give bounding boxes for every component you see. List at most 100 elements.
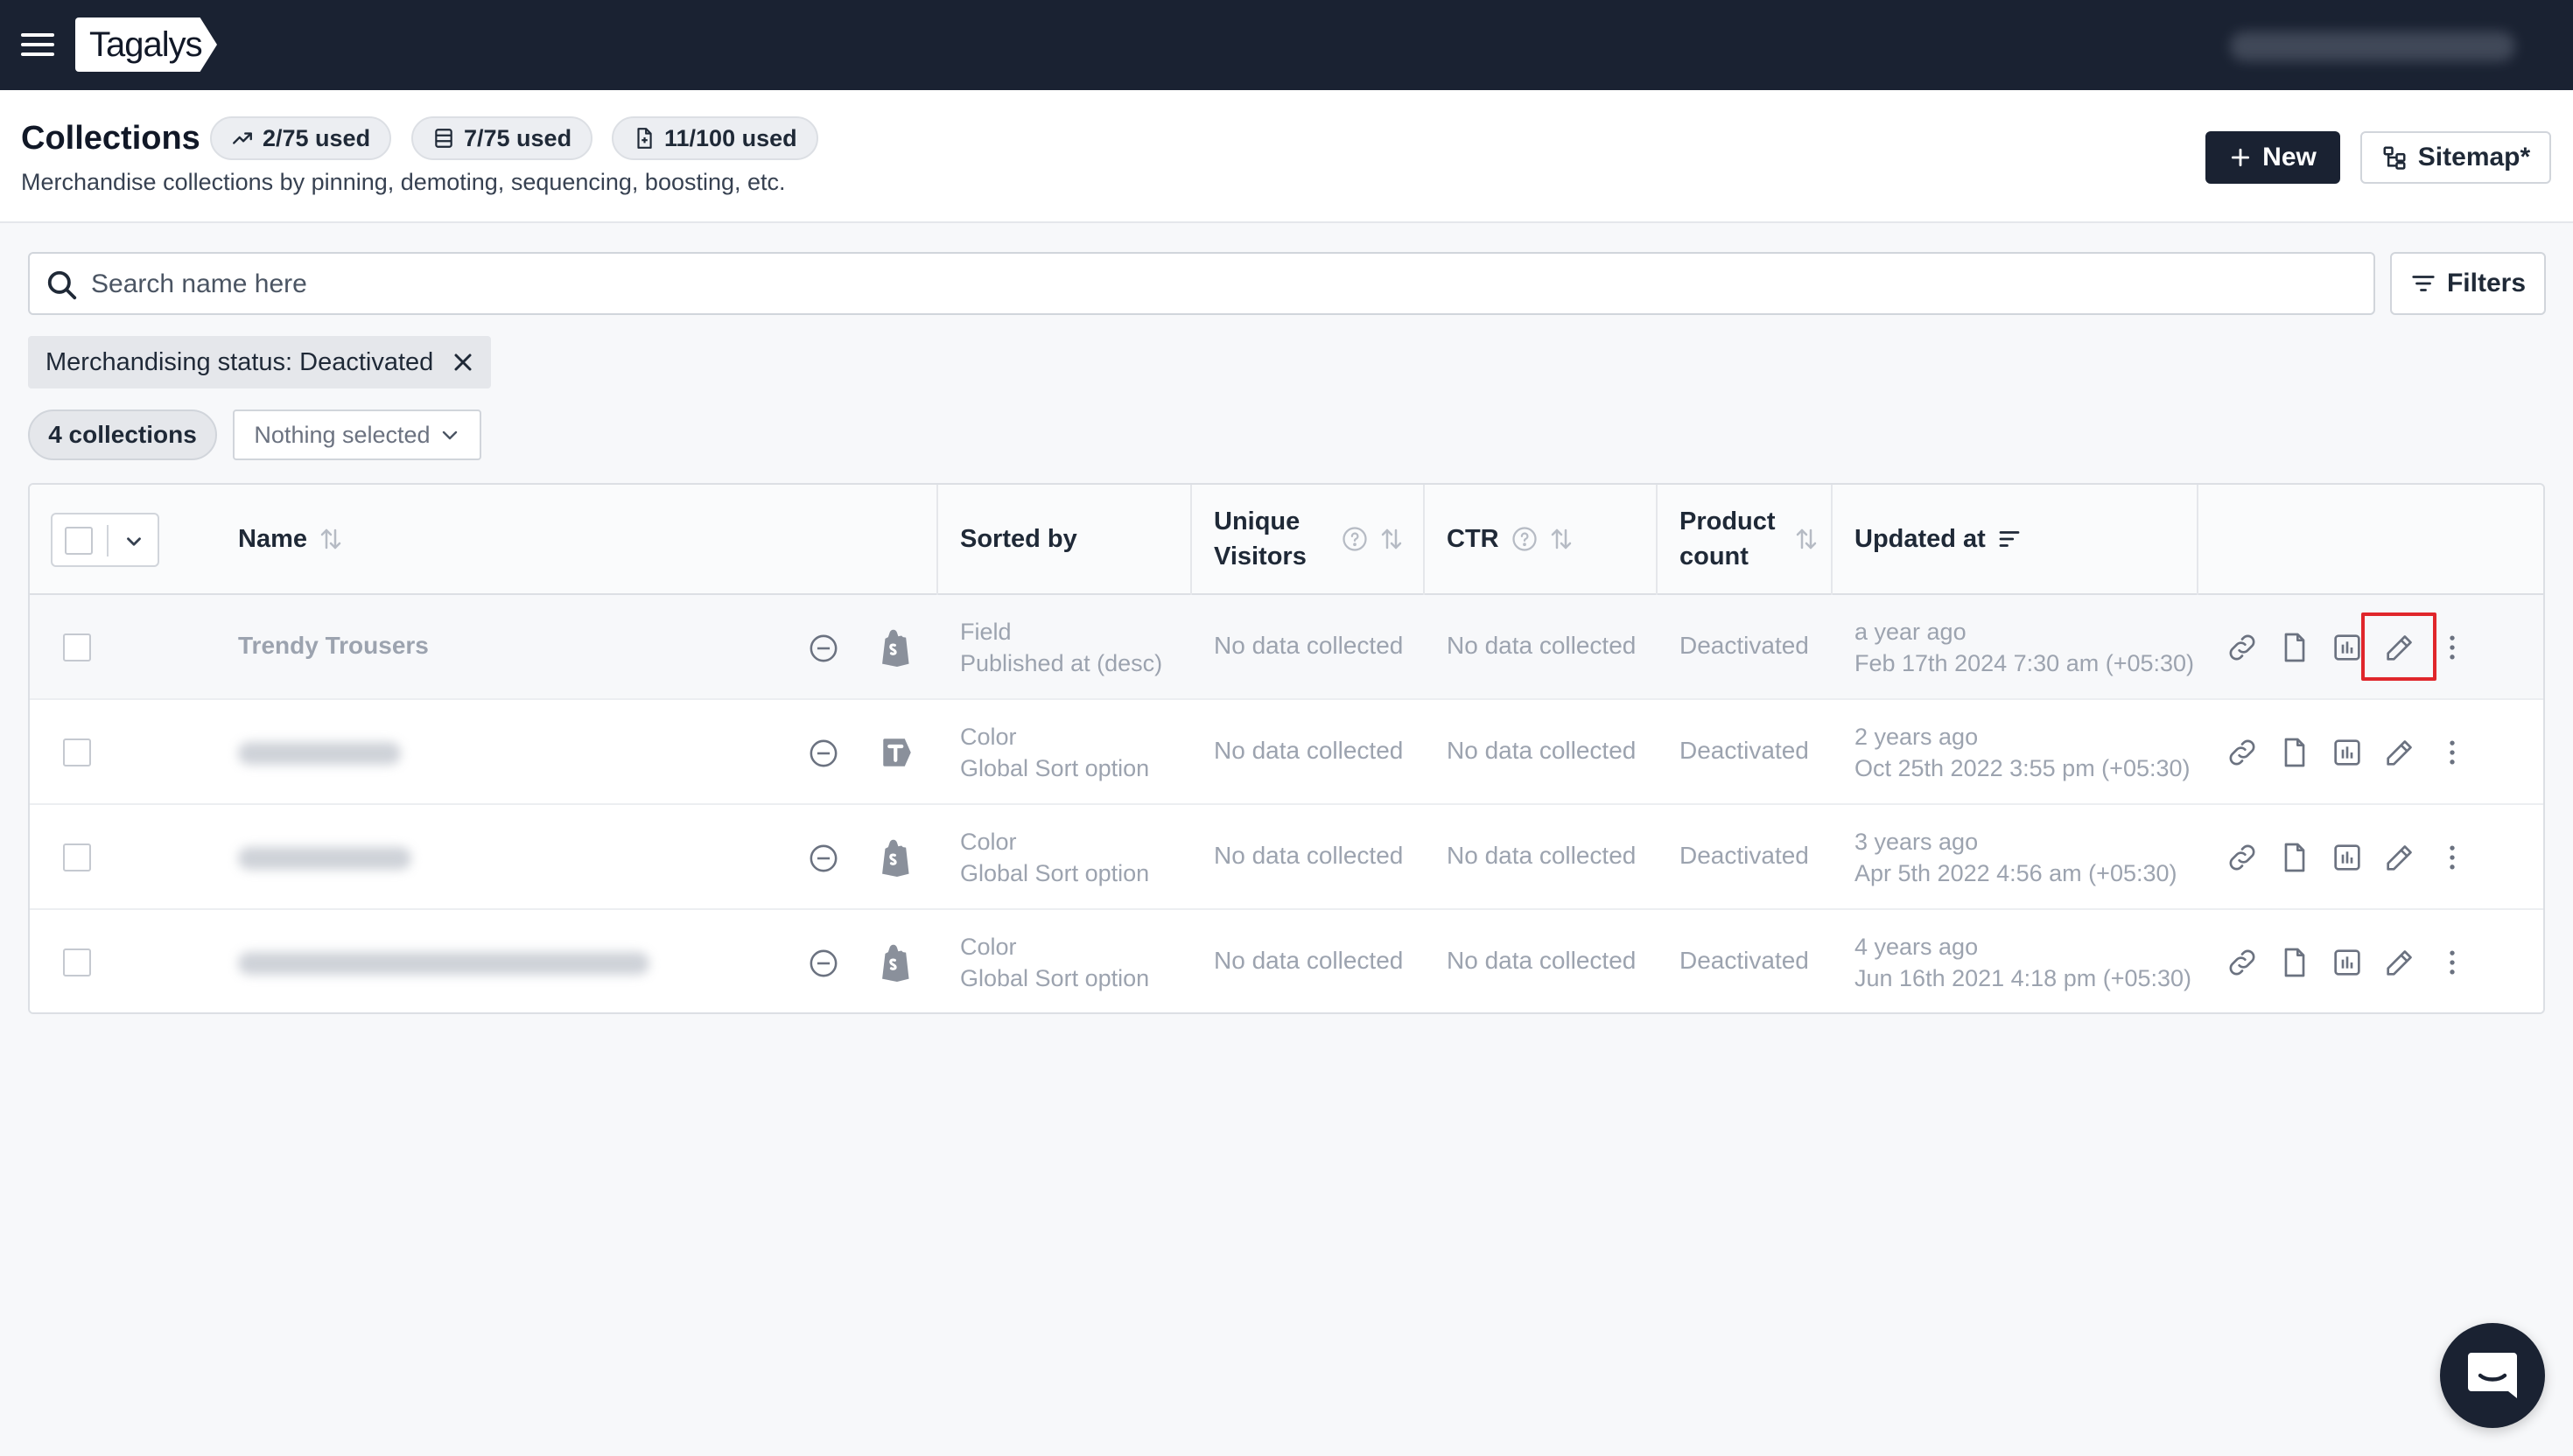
- minus-circle-icon[interactable]: [809, 844, 838, 873]
- analytics-icon[interactable]: [2330, 840, 2365, 875]
- unique-visitors-value: No data collected: [1214, 737, 1404, 764]
- trend-up-icon: [233, 132, 252, 144]
- column-unique-visitors[interactable]: Unique Visitors: [1214, 485, 1405, 593]
- table-row[interactable]: Color Global Sort option No data collect…: [30, 805, 2543, 910]
- new-collection-button[interactable]: New: [2205, 131, 2340, 184]
- help-circle-icon[interactable]: [1342, 526, 1368, 552]
- search-input[interactable]: [91, 262, 2349, 306]
- edit-pencil-icon[interactable]: [2382, 735, 2417, 770]
- page-header: Collections 2/75 used 7/75 used 11/100 u…: [0, 90, 2573, 223]
- chat-bubble-icon: [2468, 1353, 2517, 1398]
- account-menu[interactable]: [2230, 32, 2515, 61]
- help-circle-icon[interactable]: [1511, 526, 1538, 552]
- chat-launcher-button[interactable]: [2440, 1323, 2545, 1428]
- more-vertical-icon[interactable]: [2435, 630, 2470, 665]
- minus-circle-icon[interactable]: [809, 948, 838, 978]
- updated-absolute: Jun 16th 2021 4:18 pm (+05:30): [1854, 965, 2192, 991]
- column-updated-at[interactable]: Updated at: [1854, 485, 2023, 593]
- column-ctr[interactable]: CTR: [1447, 485, 1574, 593]
- filters-button[interactable]: Filters: [2390, 252, 2546, 315]
- more-vertical-icon[interactable]: [2435, 840, 2470, 875]
- row-checkbox[interactable]: [63, 738, 91, 766]
- column-name[interactable]: Name: [238, 485, 344, 593]
- link-icon[interactable]: [2225, 630, 2260, 665]
- usage-badge-database: 7/75 used: [411, 116, 593, 160]
- page-subtitle: Merchandise collections by pinning, demo…: [21, 169, 786, 195]
- sitemap-button-label: Sitemap*: [2417, 143, 2531, 172]
- updated-relative: 2 years ago: [1854, 724, 1979, 750]
- collection-name[interactable]: Trendy Trousers: [238, 632, 429, 660]
- document-icon[interactable]: [2277, 630, 2312, 665]
- link-icon[interactable]: [2225, 735, 2260, 770]
- minus-circle-icon[interactable]: [809, 634, 838, 663]
- table-row[interactable]: Color Global Sort option No data collect…: [30, 910, 2543, 1012]
- row-actions: [2225, 943, 2487, 982]
- menu-icon[interactable]: [21, 32, 54, 58]
- row-checkbox[interactable]: [63, 948, 91, 976]
- sitemap-button[interactable]: Sitemap*: [2360, 131, 2551, 184]
- active-filter-chip: Merchandising status: Deactivated: [28, 336, 492, 388]
- edit-pencil-icon[interactable]: [2382, 840, 2417, 875]
- more-vertical-icon[interactable]: [2435, 735, 2470, 770]
- row-actions: [2225, 628, 2487, 667]
- sort-icon[interactable]: [1378, 526, 1405, 552]
- bulk-action-select[interactable]: Nothing selected: [233, 410, 481, 460]
- select-all-control[interactable]: [51, 513, 159, 567]
- chevron-down-icon: [442, 430, 457, 440]
- analytics-icon[interactable]: [2330, 945, 2365, 980]
- link-icon[interactable]: [2225, 840, 2260, 875]
- close-icon[interactable]: [452, 352, 473, 373]
- collection-name-blurred[interactable]: [238, 847, 411, 870]
- row-actions: [2225, 838, 2487, 877]
- row-checkbox[interactable]: [63, 634, 91, 662]
- unique-visitors-value: No data collected: [1214, 632, 1404, 659]
- table-row[interactable]: Color Global Sort option No data collect…: [30, 700, 2543, 805]
- collection-name-blurred[interactable]: [238, 952, 649, 975]
- sitemap-icon: [2383, 146, 2406, 170]
- analytics-icon[interactable]: [2330, 735, 2365, 770]
- page-title: Collections: [21, 120, 200, 157]
- document-icon[interactable]: [2277, 840, 2312, 875]
- document-icon[interactable]: [2277, 945, 2312, 980]
- sort-icon[interactable]: [1548, 526, 1574, 552]
- document-icon[interactable]: [2277, 735, 2312, 770]
- active-filter-label: Merchandising status: Deactivated: [46, 347, 434, 376]
- chevron-down-icon[interactable]: [123, 530, 145, 553]
- product-count-value: Deactivated: [1679, 632, 1809, 659]
- sorted-by-detail: Global Sort option: [960, 965, 1150, 991]
- collection-name-blurred[interactable]: [238, 742, 401, 765]
- table-header: Name Sorted by Unique Visitors CTR Produ…: [30, 485, 2543, 595]
- sorted-by-detail: Global Sort option: [960, 755, 1150, 781]
- product-count-value: Deactivated: [1679, 842, 1809, 869]
- updated-relative: a year ago: [1854, 619, 1967, 645]
- filter-lines-icon: [2412, 276, 2435, 291]
- updated-absolute: Oct 25th 2022 3:55 pm (+05:30): [1854, 755, 2191, 781]
- filters-label: Filters: [2446, 269, 2527, 298]
- edit-pencil-icon[interactable]: [2382, 945, 2417, 980]
- sort-icon[interactable]: [318, 526, 344, 552]
- analytics-icon[interactable]: [2330, 630, 2365, 665]
- sort-desc-icon[interactable]: [1996, 526, 2023, 552]
- unique-visitors-value: No data collected: [1214, 947, 1404, 974]
- column-product-count[interactable]: Product count: [1679, 485, 1819, 593]
- bulk-action-value: Nothing selected: [254, 421, 431, 448]
- ctr-value: No data collected: [1447, 632, 1637, 659]
- database-icon: [435, 129, 452, 148]
- sorted-by-type: Field: [960, 619, 1012, 645]
- sorted-by-type: Color: [960, 724, 1017, 750]
- sort-icon[interactable]: [1793, 526, 1819, 552]
- ctr-value: No data collected: [1447, 947, 1637, 974]
- app-logo[interactable]: Tagalys: [75, 18, 217, 72]
- select-all-checkbox[interactable]: [65, 527, 93, 555]
- search-box: [28, 252, 2375, 315]
- usage-badge-file: 11/100 used: [612, 116, 818, 160]
- row-checkbox[interactable]: [63, 844, 91, 872]
- search-icon: [47, 270, 77, 300]
- minus-circle-icon[interactable]: [809, 738, 838, 768]
- more-vertical-icon[interactable]: [2435, 945, 2470, 980]
- edit-pencil-icon[interactable]: [2382, 630, 2417, 665]
- table-row[interactable]: Trendy Trousers Field Published at (desc…: [30, 595, 2543, 700]
- link-icon[interactable]: [2225, 945, 2260, 980]
- tagalys-icon: [883, 738, 911, 766]
- updated-absolute: Apr 5th 2022 4:56 am (+05:30): [1854, 860, 2177, 886]
